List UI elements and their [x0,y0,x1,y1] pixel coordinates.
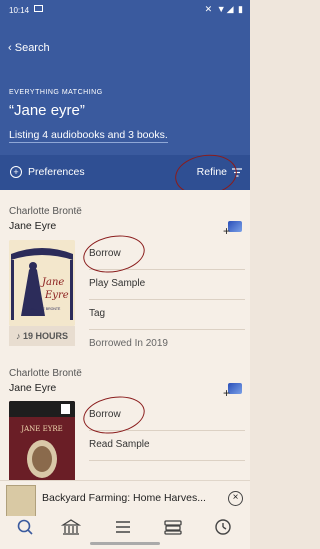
status-time: 10:14 [9,6,30,15]
tab-shelf[interactable] [160,518,186,540]
book-title[interactable]: Jane Eyre [9,220,56,232]
books-stack-icon [164,520,182,535]
list-item: Charlotte Brontë Jane Eyre + JANE EYRE B… [0,355,250,487]
close-icon[interactable]: × [228,491,243,506]
search-icon [17,519,33,535]
cover-line2: Eyre [44,290,69,301]
menu-icon [116,521,130,533]
library-icon [60,519,82,535]
book-cover[interactable]: JANE EYRE [9,401,75,487]
now-playing-title: Backyard Farming: Home Harves... [42,492,206,504]
message-icon [34,5,43,12]
book-icon [228,221,242,232]
cover-author: CHARLOTTE BRONTË [24,307,61,311]
app-screen: 10:14 ✕ ▼◢ ▮ ‹ Search EVERYTHING MATCHIN… [0,0,250,549]
cover-art: JANE EYRE [9,401,75,487]
tag-button[interactable]: Tag [89,299,245,330]
cover-line1: Jane [40,277,64,288]
book-icon [228,383,242,394]
results-list: Charlotte Brontë Jane Eyre + Jane Eyre C… [0,190,250,487]
search-query: “Jane eyre” [9,102,85,119]
tab-menu[interactable] [110,518,136,540]
home-indicator[interactable] [90,542,160,545]
read-sample-button[interactable]: Read Sample [89,430,245,461]
cover-title: JANE EYRE [20,425,62,433]
search-header: 10:14 ✕ ▼◢ ▮ ‹ Search EVERYTHING MATCHIN… [0,0,250,200]
book-author: Charlotte Brontë [9,206,82,217]
refine-button[interactable]: Refine [172,150,242,200]
clock-icon [215,519,231,535]
book-author: Charlotte Brontë [9,368,82,379]
duration-text: 19 HOURS [23,331,69,341]
result-count-text: Listing 4 audiobooks and 3 books. [9,129,168,143]
mini-player[interactable]: Backyard Farming: Home Harves... × [0,480,250,517]
plus-circle-icon: + [10,166,22,178]
add-to-list-button[interactable]: + [223,383,242,400]
preferences-label: Preferences [28,166,85,178]
status-bar: 10:14 ✕ ▼◢ ▮ [0,0,250,22]
result-count: Listing 4 audiobooks and 3 books. [9,129,168,143]
chevron-left-icon: ‹ [8,42,12,54]
plus-icon: + [223,386,231,400]
status-icons: ✕ ▼◢ ▮ [204,4,244,14]
back-label: Search [14,42,50,54]
back-button[interactable]: ‹ Search [8,42,50,54]
add-to-list-button[interactable]: + [223,221,242,238]
book-title[interactable]: Jane Eyre [9,382,56,394]
preferences-button[interactable]: + Preferences [10,166,85,178]
eyebrow-label: EVERYTHING MATCHING [9,89,103,96]
cover-art: Jane Eyre CHARLOTTE BRONTË [9,240,75,326]
tab-activity[interactable] [210,518,236,540]
plus-icon: + [223,224,231,238]
now-playing-cover [6,485,36,517]
tab-search[interactable] [12,518,38,540]
headphones-icon: ♪ [15,331,23,341]
play-sample-button[interactable]: Play Sample [89,269,245,300]
list-item: Charlotte Brontë Jane Eyre + Jane Eyre C… [0,190,250,350]
duration-badge: ♪ 19 HOURS [9,326,75,346]
tab-library[interactable] [58,518,84,540]
book-cover[interactable]: Jane Eyre CHARLOTTE BRONTË [9,240,75,326]
preferences-bar: + Preferences Refine [0,150,250,200]
